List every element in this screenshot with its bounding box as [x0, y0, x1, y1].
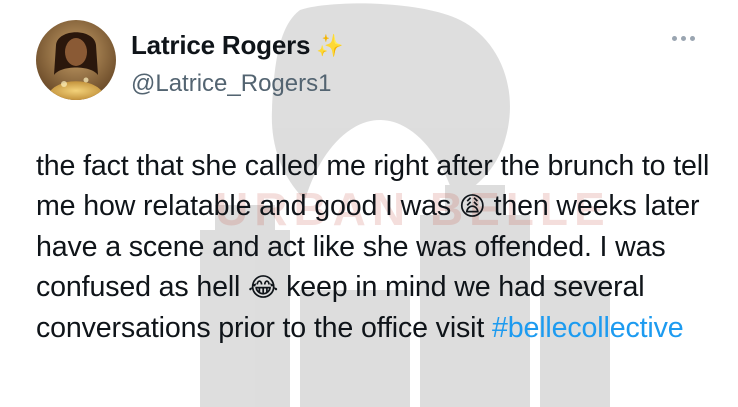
author-handle[interactable]: @Latrice_Rogers1 [131, 70, 331, 98]
dot [690, 36, 695, 41]
author-name-row[interactable]: Latrice Rogers ✨ [131, 30, 344, 61]
dot [672, 36, 677, 41]
tweet-text: the fact that she called me right after … [36, 146, 726, 348]
dot [681, 36, 686, 41]
weary-face-emoji-icon: 😩 [458, 192, 486, 222]
more-options-icon[interactable] [672, 36, 695, 41]
avatar-image [36, 20, 116, 100]
avatar[interactable] [36, 20, 116, 100]
author-name[interactable]: Latrice Rogers [131, 30, 310, 61]
hashtag-link[interactable]: #bellecollective [492, 312, 684, 344]
sparkles-icon: ✨ [316, 32, 344, 58]
tears-of-joy-emoji-icon: 😂 [248, 273, 279, 303]
